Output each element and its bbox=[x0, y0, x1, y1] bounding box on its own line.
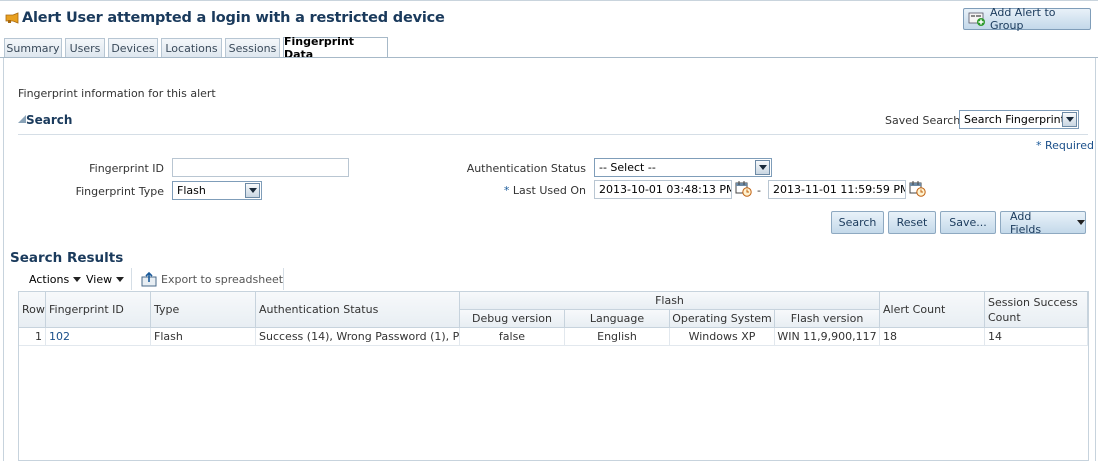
add-alert-to-group-label: Add Alert to Group bbox=[990, 6, 1056, 32]
table-cell-alert-count: 18 bbox=[880, 328, 985, 346]
table-cell-auth-status: Success (14), Wrong Password (1), Pendin bbox=[256, 328, 460, 346]
top-border bbox=[0, 0, 1098, 2]
col-flash-group-header: Flash bbox=[460, 292, 880, 310]
col-session-success-count-header[interactable]: Session Success Count bbox=[985, 292, 1088, 328]
search-button[interactable]: Search bbox=[831, 211, 884, 234]
table-cell-language: English bbox=[565, 328, 670, 346]
search-divider bbox=[18, 134, 1088, 135]
export-label: Export to spreadsheet bbox=[161, 272, 284, 286]
fingerprint-id-label: Fingerprint ID bbox=[89, 162, 164, 175]
auth-status-value: -- Select -- bbox=[599, 161, 656, 174]
col-row-header[interactable]: Row bbox=[19, 292, 46, 328]
table-cell-debug-version: false bbox=[460, 328, 565, 346]
col-auth-status-header[interactable]: Authentication Status bbox=[256, 292, 460, 328]
reset-button[interactable]: Reset bbox=[888, 211, 936, 234]
calendar-icon[interactable] bbox=[735, 180, 752, 197]
toolbar-separator bbox=[283, 268, 284, 290]
date-range-dash: - bbox=[757, 184, 761, 197]
tab-label: Locations bbox=[165, 42, 218, 55]
col-alert-count-header[interactable]: Alert Count bbox=[880, 292, 985, 328]
col-flash-version-header[interactable]: Flash version bbox=[775, 310, 880, 328]
col-debug-version-header[interactable]: Debug version bbox=[460, 310, 565, 328]
auth-status-select[interactable]: -- Select -- bbox=[594, 158, 772, 177]
saved-search-select[interactable]: Search Fingerprints bbox=[959, 110, 1079, 129]
table-cell-type: Flash bbox=[151, 328, 256, 346]
last-used-text: Last Used On bbox=[512, 184, 586, 197]
add-fields-button[interactable]: Add Fields bbox=[1000, 209, 1086, 236]
last-used-to-input[interactable]: 2013-11-01 11:59:59 PM bbox=[768, 180, 906, 199]
table-cell-row: 1 bbox=[19, 328, 46, 346]
tab-locations[interactable]: Locations bbox=[161, 38, 222, 58]
page-title: Alert User attempted a login with a rest… bbox=[22, 10, 445, 26]
tab-devices[interactable]: Devices bbox=[108, 38, 158, 58]
export-to-spreadsheet-button[interactable]: Export to spreadsheet bbox=[141, 271, 283, 287]
fingerprint-id-input[interactable] bbox=[172, 158, 349, 177]
dropdown-icon[interactable] bbox=[245, 183, 260, 198]
tab-label: Sessions bbox=[228, 42, 277, 55]
saved-search-value: Search Fingerprints bbox=[964, 113, 1071, 126]
col-type-header[interactable]: Type bbox=[151, 292, 256, 328]
required-note: * Required bbox=[1036, 139, 1094, 152]
tab-sessions[interactable]: Sessions bbox=[225, 38, 280, 58]
add-fields-label: Add Fields bbox=[1010, 209, 1042, 236]
required-text: Required bbox=[1045, 139, 1094, 152]
fingerprint-type-value: Flash bbox=[177, 184, 206, 197]
auth-status-label: Authentication Status bbox=[466, 162, 586, 175]
search-section-title[interactable]: Search bbox=[26, 113, 72, 127]
tab-users[interactable]: Users bbox=[65, 38, 105, 58]
view-menu[interactable]: View bbox=[86, 273, 125, 286]
tab-fingerprint-data[interactable]: Fingerprint Data bbox=[283, 35, 388, 61]
export-icon bbox=[141, 271, 157, 287]
alert-icon bbox=[5, 12, 19, 24]
table-cell-flash-version: WIN 11,9,900,117 bbox=[775, 328, 880, 346]
required-star: * bbox=[1036, 139, 1042, 152]
actions-menu[interactable]: Actions bbox=[29, 273, 82, 286]
fingerprint-type-label: Fingerprint Type bbox=[75, 185, 164, 198]
dropdown-icon[interactable] bbox=[755, 160, 770, 175]
chevron-down-icon bbox=[116, 277, 125, 282]
view-label: View bbox=[86, 273, 113, 286]
col-fingerprint-id-header[interactable]: Fingerprint ID bbox=[46, 292, 151, 328]
table-cell-os: Windows XP bbox=[670, 328, 775, 346]
required-star: * bbox=[503, 184, 510, 197]
add-to-group-icon bbox=[968, 12, 986, 26]
col-os-header[interactable]: Operating System bbox=[670, 310, 775, 328]
save-button[interactable]: Save... bbox=[940, 211, 996, 234]
tab-label: Devices bbox=[111, 42, 155, 55]
tab-summary[interactable]: Summary bbox=[4, 38, 62, 58]
last-used-label: * Last Used On bbox=[440, 184, 586, 197]
actions-label: Actions bbox=[29, 273, 70, 286]
table-cell-session-success-count: 14 bbox=[985, 328, 1088, 346]
chevron-down-icon bbox=[73, 277, 82, 282]
last-used-from-input[interactable]: 2013-10-01 03:48:13 PM bbox=[594, 180, 732, 199]
results-table: Row Fingerprint ID Type Authentication S… bbox=[18, 291, 1089, 461]
chevron-down-icon bbox=[1077, 220, 1085, 225]
add-alert-to-group-button[interactable]: Add Alert to Group bbox=[963, 6, 1091, 32]
table-cell-fingerprint-id-link[interactable]: 102 bbox=[46, 328, 151, 346]
calendar-icon[interactable] bbox=[909, 180, 926, 197]
collapse-triangle-icon[interactable] bbox=[18, 115, 26, 123]
col-language-header[interactable]: Language bbox=[565, 310, 670, 328]
dropdown-icon[interactable] bbox=[1062, 112, 1077, 127]
tab-label: Summary bbox=[6, 42, 60, 55]
tab-label: Users bbox=[69, 42, 101, 55]
saved-search-label: Saved Search bbox=[885, 114, 961, 127]
search-results-title: Search Results bbox=[10, 250, 124, 266]
toolbar-separator bbox=[131, 268, 132, 290]
intro-text: Fingerprint information for this alert bbox=[18, 87, 216, 100]
